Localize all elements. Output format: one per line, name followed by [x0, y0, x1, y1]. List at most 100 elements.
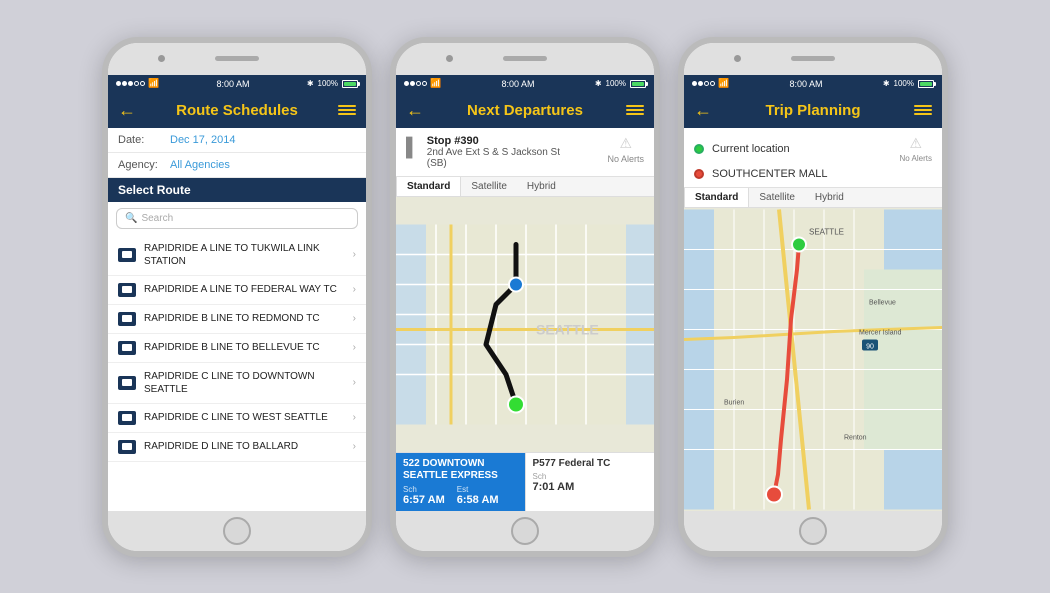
map-tabs: Standard Satellite Hybrid: [396, 177, 654, 197]
tab-standard[interactable]: Standard: [396, 177, 461, 196]
status-right: ✱ 100%: [883, 79, 934, 88]
header-title: Route Schedules: [136, 102, 338, 119]
route-label: RAPIDRIDE A LINE TO TUKWILA LINK STATION: [144, 242, 345, 268]
to-location-dot: [694, 169, 704, 179]
from-location-text[interactable]: Current location: [712, 143, 892, 155]
battery-icon: [630, 80, 646, 88]
dep-route-2: P577 Federal TC: [533, 458, 648, 469]
route-list-item[interactable]: RAPIDRIDE D LINE TO BALLARD ›: [108, 433, 366, 462]
route-list-item[interactable]: RAPIDRIDE C LINE TO DOWNTOWN SEATTLE ›: [108, 363, 366, 404]
phone-route-schedules: 📶 8:00 AM ✱ 100% ← Route Schedules Date:…: [102, 37, 372, 557]
home-button[interactable]: [223, 517, 251, 545]
phone-next-departures: 📶 8:00 AM ✱ 100% ← Next Departures ▌ Sto…: [390, 37, 660, 557]
header-title: Next Departures: [424, 102, 626, 119]
app-header: ← Next Departures: [396, 93, 654, 128]
tab-standard[interactable]: Standard: [684, 188, 749, 207]
status-bar: 📶 8:00 AM ✱ 100%: [396, 75, 654, 93]
route-label: RAPIDRIDE B LINE TO REDMOND TC: [144, 312, 345, 325]
phone-bottom-bezel: [684, 511, 942, 551]
chevron-right-icon: ›: [353, 412, 356, 423]
bluetooth-icon: ✱: [595, 79, 602, 88]
tab-hybrid[interactable]: Hybrid: [805, 188, 854, 207]
select-route-header: Select Route: [108, 178, 366, 202]
phone-top-bezel: [108, 43, 366, 75]
alerts-label: No Alerts: [900, 154, 932, 163]
screen: 📶 8:00 AM ✱ 100% ← Next Departures ▌ Sto…: [396, 75, 654, 511]
svg-text:SEATTLE: SEATTLE: [536, 321, 599, 337]
stop-details: Stop #390 2nd Ave Ext S & S Jackson St (…: [427, 135, 600, 169]
route-label: RAPIDRIDE B LINE TO BELLEVUE TC: [144, 341, 345, 354]
speaker: [791, 56, 835, 61]
status-left: 📶: [404, 78, 441, 89]
screen: 📶 8:00 AM ✱ 100% ← Trip Planning Current…: [684, 75, 942, 511]
route-list-item[interactable]: RAPIDRIDE B LINE TO REDMOND TC ›: [108, 305, 366, 334]
menu-button[interactable]: [338, 105, 356, 115]
svg-text:90: 90: [866, 343, 874, 350]
bus-icon: [118, 440, 136, 454]
back-button[interactable]: ←: [694, 100, 712, 121]
route-label: RAPIDRIDE D LINE TO BALLARD: [144, 440, 345, 453]
signal-dots: [116, 81, 145, 86]
phone-top-bezel: [684, 43, 942, 75]
tab-hybrid[interactable]: Hybrid: [517, 177, 566, 196]
tab-satellite[interactable]: Satellite: [461, 177, 517, 196]
battery-icon: [918, 80, 934, 88]
to-location-text[interactable]: SOUTHCENTER MALL: [712, 168, 932, 180]
status-time: 8:00 AM: [502, 79, 535, 89]
route-label: RAPIDRIDE A LINE TO FEDERAL WAY TC: [144, 283, 345, 296]
route-list-item[interactable]: RAPIDRIDE C LINE TO WEST SEATTLE ›: [108, 404, 366, 433]
signal-dot-3: [128, 81, 133, 86]
phone-top-bezel: [396, 43, 654, 75]
stop-number: Stop #390: [427, 135, 600, 147]
phone-bottom-bezel: [108, 511, 366, 551]
agency-value[interactable]: All Agencies: [170, 159, 230, 171]
dep-sch-1: Sch 6:57 AM: [403, 485, 445, 506]
app-header: ← Route Schedules: [108, 93, 366, 128]
chevron-right-icon: ›: [353, 249, 356, 260]
front-camera: [158, 55, 165, 62]
chevron-right-icon: ›: [353, 284, 356, 295]
stop-address: 2nd Ave Ext S & S Jackson St (SB): [427, 147, 600, 169]
alerts-badge[interactable]: ⚠ No Alerts: [607, 135, 644, 164]
home-button[interactable]: [799, 517, 827, 545]
menu-button[interactable]: [626, 105, 644, 115]
menu-button[interactable]: [914, 105, 932, 115]
departure-card-1[interactable]: 522 DOWNTOWN SEATTLE EXPRESS Sch 6:57 AM…: [396, 453, 525, 511]
alert-triangle-icon: ⚠: [619, 135, 632, 152]
chevron-right-icon: ›: [353, 313, 356, 324]
route-label: RAPIDRIDE C LINE TO DOWNTOWN SEATTLE: [144, 370, 345, 396]
back-button[interactable]: ←: [406, 100, 424, 121]
route-list-item[interactable]: RAPIDRIDE A LINE TO FEDERAL WAY TC ›: [108, 276, 366, 305]
back-button[interactable]: ←: [118, 100, 136, 121]
status-bar: 📶 8:00 AM ✱ 100%: [684, 75, 942, 93]
status-right: ✱ 100%: [595, 79, 646, 88]
stop-info: ▌ Stop #390 2nd Ave Ext S & S Jackson St…: [396, 128, 654, 177]
departure-card-2[interactable]: P577 Federal TC Sch 7:01 AM: [525, 453, 655, 511]
home-button[interactable]: [511, 517, 539, 545]
date-value[interactable]: Dec 17, 2014: [170, 134, 235, 146]
departure-bottom: 522 DOWNTOWN SEATTLE EXPRESS Sch 6:57 AM…: [396, 452, 654, 511]
map-tabs: Standard Satellite Hybrid: [684, 188, 942, 208]
alerts-badge[interactable]: ⚠ No Alerts: [900, 135, 932, 163]
status-left: 📶: [692, 78, 729, 89]
status-time: 8:00 AM: [790, 79, 823, 89]
dep-times-2: Sch 7:01 AM: [533, 472, 648, 493]
speaker: [215, 56, 259, 61]
bluetooth-icon: ✱: [883, 79, 890, 88]
search-icon: 🔍: [125, 213, 137, 224]
trip-locations: Current location ⚠ No Alerts SOUTHCENTER…: [684, 128, 942, 188]
tab-satellite[interactable]: Satellite: [749, 188, 805, 207]
agency-label: Agency:: [118, 159, 166, 171]
signal-dot-1: [116, 81, 121, 86]
route-list-item[interactable]: RAPIDRIDE B LINE TO BELLEVUE TC ›: [108, 334, 366, 363]
route-list-item[interactable]: RAPIDRIDE A LINE TO TUKWILA LINK STATION…: [108, 235, 366, 276]
alerts-label: No Alerts: [607, 154, 644, 164]
speaker: [503, 56, 547, 61]
app-header: ← Trip Planning: [684, 93, 942, 128]
map-svg: SEATTLE: [396, 197, 654, 452]
svg-text:SEATTLE: SEATTLE: [809, 227, 844, 236]
search-bar[interactable]: 🔍 Search: [116, 208, 358, 229]
status-left: 📶: [116, 78, 159, 89]
route-label: RAPIDRIDE C LINE TO WEST SEATTLE: [144, 411, 345, 424]
dep-est-1: Est 6:58 AM: [457, 485, 499, 506]
